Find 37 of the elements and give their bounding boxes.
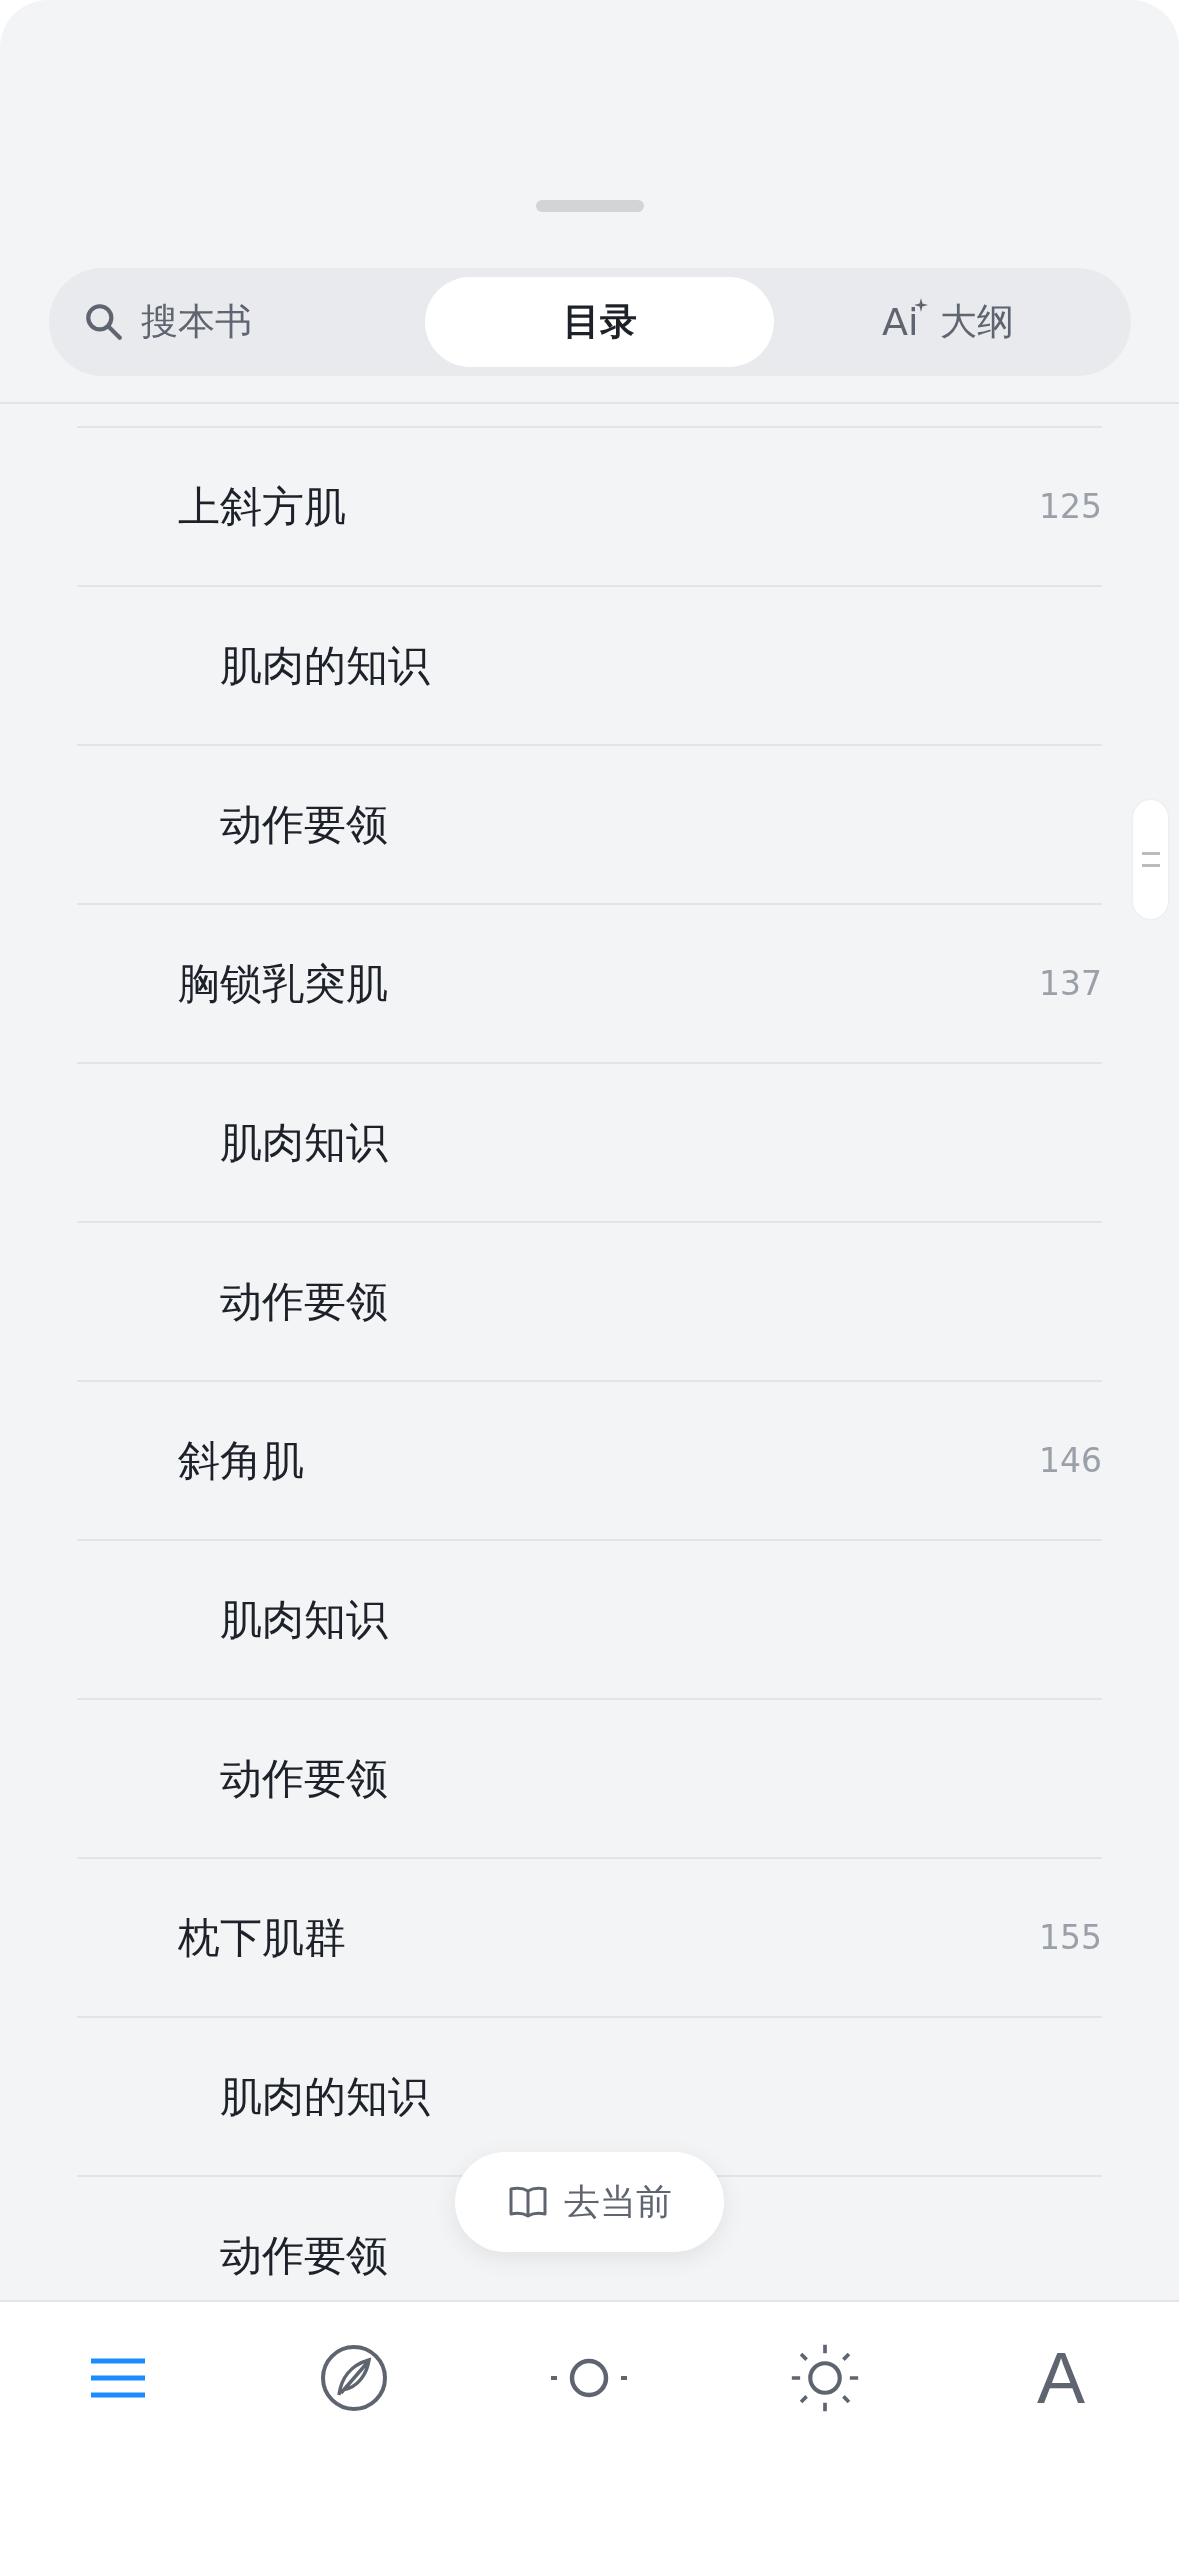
toc-title: 上斜方肌 bbox=[178, 480, 346, 533]
toc-item[interactable]: 斜角肌 146 bbox=[77, 1382, 1102, 1541]
toc-title: 动作要领 bbox=[220, 1275, 388, 1328]
toc-item[interactable]: 肌肉知识 bbox=[77, 1064, 1102, 1223]
toc-title: 动作要领 bbox=[220, 2229, 388, 2282]
tab[interactable]: Ai 大纲 bbox=[773, 277, 1123, 367]
page-number: 146 bbox=[1039, 1441, 1102, 1480]
toc-item[interactable]: 肌肉的知识 bbox=[77, 587, 1102, 746]
toc-title: 肌肉的知识 bbox=[220, 639, 430, 692]
toc-title: 斜角肌 bbox=[178, 1434, 304, 1487]
font-size-button[interactable]: A bbox=[943, 2318, 1179, 2438]
toc-title: 动作要领 bbox=[220, 1752, 388, 1805]
toc-title: 肌肉的知识 bbox=[220, 2070, 430, 2123]
toc-item[interactable]: 动作要领 bbox=[77, 746, 1102, 905]
toc-item[interactable]: 动作要领 bbox=[77, 1223, 1102, 1382]
book-icon bbox=[507, 2185, 548, 2219]
toc-title: 动作要领 bbox=[220, 798, 388, 851]
drag-handle[interactable] bbox=[535, 200, 644, 212]
toc-item[interactable]: 上斜方肌 125 bbox=[77, 428, 1102, 587]
toc-item[interactable]: 动作要领 bbox=[77, 1700, 1102, 1859]
ai-badge: Ai bbox=[881, 300, 925, 344]
scroll-handle[interactable] bbox=[1133, 800, 1168, 919]
page-number: 137 bbox=[1039, 964, 1102, 1003]
tab[interactable]: 搜本书 bbox=[56, 277, 426, 367]
go-to-current-button[interactable]: 去当前 bbox=[455, 2152, 724, 2252]
tab[interactable]: 目录 bbox=[425, 277, 774, 367]
page-number: 155 bbox=[1039, 1918, 1102, 1957]
toc-item[interactable]: 枕下肌群 155 bbox=[77, 1859, 1102, 2018]
toc-item[interactable]: 肌肉知识 bbox=[77, 1541, 1102, 1700]
toc-item[interactable]: 胸锁乳突肌 137 bbox=[77, 905, 1102, 1064]
toc-title: 胸锁乳突肌 bbox=[178, 957, 388, 1010]
toc-title: 肌肉知识 bbox=[220, 1593, 388, 1646]
sun-icon bbox=[790, 2343, 861, 2413]
toc-title: 枕下肌群 bbox=[178, 1911, 346, 1964]
toc-title: 肌肉知识 bbox=[220, 1116, 388, 1169]
leaf-circle-icon bbox=[318, 2343, 389, 2413]
page-number: 125 bbox=[1039, 487, 1102, 526]
